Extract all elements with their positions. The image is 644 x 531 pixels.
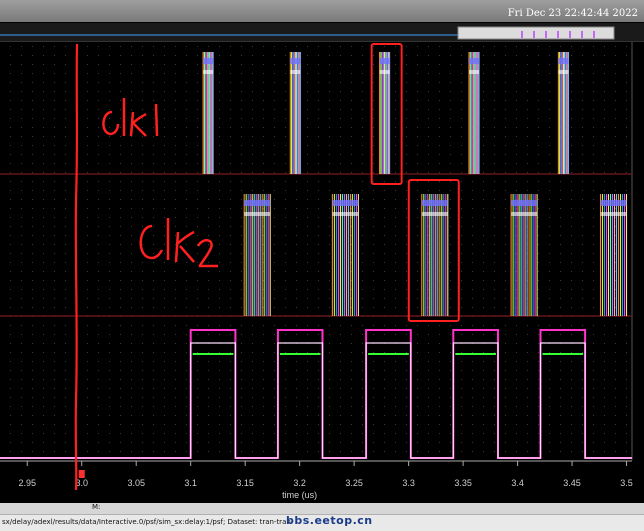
cursor-marker[interactable] <box>78 470 85 478</box>
x-tick-label: 3.4 <box>511 478 524 488</box>
cursor-freehand-line <box>74 43 79 491</box>
burst-highlight <box>203 70 214 74</box>
clk1-burst <box>468 52 480 174</box>
watermark: bbs.eetop.cn <box>286 514 373 527</box>
dataset-path: sx/delay/adexl/results/data/Interactive.… <box>2 518 291 526</box>
pulse-trace-magenta <box>0 329 632 459</box>
x-tick-label: 3.3 <box>402 478 415 488</box>
x-tick-label: 2.95 <box>18 478 36 488</box>
clk1-burst <box>289 52 301 174</box>
marker-label: M: <box>92 503 101 511</box>
clk2-trace-group <box>243 194 628 316</box>
pulse-trace-white <box>0 342 632 459</box>
x-tick-label: 3.35 <box>454 478 472 488</box>
burst-highlight <box>600 212 627 216</box>
burst-cap <box>203 58 214 64</box>
clk2-burst <box>331 194 359 316</box>
burst-highlight <box>244 212 271 216</box>
burst-highlight <box>290 70 301 74</box>
scroll-thumb[interactable] <box>457 26 615 40</box>
burst-highlight <box>332 212 359 216</box>
clk1-burst <box>557 52 569 174</box>
clk2-burst <box>243 194 271 316</box>
scroll-overview <box>0 26 615 40</box>
x-tick-label: 3.25 <box>345 478 363 488</box>
clk2-burst <box>599 194 628 316</box>
x-tick-label: 3.1 <box>184 478 197 488</box>
x-axis-label: time (us) <box>282 490 317 500</box>
x-tick-label: 3.15 <box>236 478 254 488</box>
clk1-trace-group <box>202 52 569 174</box>
clk1-burst <box>379 52 391 174</box>
burst-highlight <box>511 212 538 216</box>
plot-grid <box>10 42 633 460</box>
clk2-burst <box>510 194 538 316</box>
burst-cap <box>332 200 359 206</box>
burst-highlight <box>558 70 569 74</box>
handwritten-annotations <box>74 43 218 491</box>
burst-cap <box>244 200 271 206</box>
burst-highlight <box>379 70 390 74</box>
burst-cap <box>379 58 390 64</box>
pulse-trace-group <box>0 329 632 459</box>
waveform-viewer-window: Fri Dec 23 22:42:44 2022 2.95 3.0 3.05 3.1 3… <box>0 0 644 531</box>
clk2-burst <box>421 194 449 316</box>
burst-cap <box>421 200 448 206</box>
burst-cap <box>600 200 627 206</box>
burst-highlight <box>421 212 448 216</box>
x-tick-label: 3.5 <box>620 478 633 488</box>
burst-cap <box>290 58 301 64</box>
waveform-plot[interactable]: 2.95 3.0 3.05 3.1 3.15 3.2 3.25 3.3 3.35 3.4 3.45 3… <box>0 0 644 503</box>
x-tick-label: 3.0 <box>75 478 88 488</box>
x-tick-label: 3.45 <box>563 478 581 488</box>
clk1-handwriting <box>102 98 159 137</box>
clk1-burst <box>202 52 214 174</box>
burst-cap <box>511 200 538 206</box>
burst-highlight <box>469 70 479 74</box>
marker-row: M: <box>0 503 644 514</box>
burst-cap <box>469 58 479 64</box>
clk2-handwriting <box>139 218 218 268</box>
x-tick-label: 3.2 <box>293 478 306 488</box>
x-axis: 2.95 3.0 3.05 3.1 3.15 3.2 3.25 3.3 3.35 3.4 3.45 3… <box>0 460 633 500</box>
burst-cap <box>558 58 569 64</box>
x-tick-label: 3.05 <box>127 478 145 488</box>
